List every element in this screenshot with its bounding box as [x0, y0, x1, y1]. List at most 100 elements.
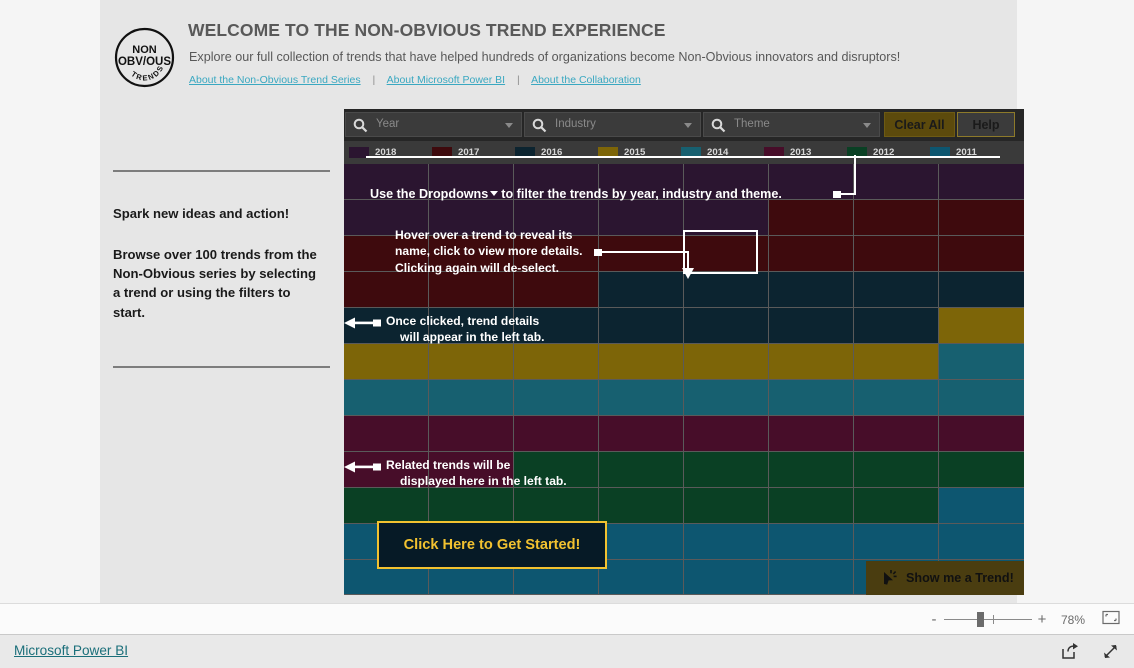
- trend-tile[interactable]: [854, 164, 939, 200]
- trend-tile[interactable]: [939, 380, 1024, 416]
- trend-tile[interactable]: [854, 236, 939, 272]
- zoom-in-button[interactable]: +: [1034, 611, 1050, 628]
- trend-tile[interactable]: [684, 416, 769, 452]
- trend-tile[interactable]: [599, 236, 684, 272]
- trend-tile[interactable]: [939, 452, 1024, 488]
- clear-all-button[interactable]: Clear All: [884, 112, 955, 137]
- fit-to-page-icon[interactable]: [1102, 610, 1120, 630]
- footer-power-bi-link[interactable]: Microsoft Power BI: [14, 643, 128, 658]
- trend-tile[interactable]: [684, 452, 769, 488]
- trend-tile[interactable]: [599, 488, 684, 524]
- filter-theme[interactable]: Theme: [703, 112, 880, 137]
- chevron-down-icon[interactable]: [505, 123, 513, 128]
- trend-tile[interactable]: [939, 524, 1024, 560]
- trend-tile[interactable]: [854, 380, 939, 416]
- chevron-down-icon[interactable]: [684, 123, 692, 128]
- trend-tile[interactable]: [939, 272, 1024, 308]
- trend-tile[interactable]: [769, 200, 854, 236]
- trend-tile[interactable]: [939, 236, 1024, 272]
- trend-tile[interactable]: [599, 452, 684, 488]
- trend-tile[interactable]: [854, 308, 939, 344]
- legend-item-2013[interactable]: 2013: [764, 147, 811, 158]
- trend-tile[interactable]: [599, 272, 684, 308]
- trend-tile[interactable]: [599, 524, 684, 560]
- trend-tile[interactable]: [769, 452, 854, 488]
- trend-tile[interactable]: [769, 488, 854, 524]
- trend-tile[interactable]: [939, 164, 1024, 200]
- fullscreen-icon[interactable]: [1101, 642, 1120, 666]
- trend-tile[interactable]: [599, 308, 684, 344]
- trend-tile[interactable]: [344, 380, 429, 416]
- trend-tile[interactable]: [684, 344, 769, 380]
- trend-tile[interactable]: [854, 524, 939, 560]
- link-about-collaboration[interactable]: About the Collaboration: [531, 74, 641, 86]
- get-started-button[interactable]: Click Here to Get Started!: [377, 521, 607, 569]
- trend-tile[interactable]: [939, 344, 1024, 380]
- trend-tile[interactable]: [684, 236, 769, 272]
- trend-tile[interactable]: [429, 488, 514, 524]
- zoom-out-button[interactable]: -: [926, 611, 942, 628]
- trend-tile[interactable]: [769, 380, 854, 416]
- trend-tile[interactable]: [769, 524, 854, 560]
- trend-tile[interactable]: [344, 308, 429, 344]
- trend-tile[interactable]: [514, 164, 599, 200]
- trend-tile[interactable]: [429, 164, 514, 200]
- trend-tile[interactable]: [344, 164, 429, 200]
- legend-item-2015[interactable]: 2015: [598, 147, 645, 158]
- trend-tile[interactable]: [344, 488, 429, 524]
- trend-tile[interactable]: [429, 236, 514, 272]
- zoom-slider[interactable]: [944, 604, 1032, 635]
- trend-tile[interactable]: [514, 380, 599, 416]
- filter-year[interactable]: Year: [345, 112, 522, 137]
- filter-industry[interactable]: Industry: [524, 112, 701, 137]
- trend-tile[interactable]: [514, 488, 599, 524]
- trend-tile[interactable]: [684, 524, 769, 560]
- legend-item-2016[interactable]: 2016: [515, 147, 562, 158]
- trend-tile[interactable]: [429, 452, 514, 488]
- trend-tile[interactable]: [854, 200, 939, 236]
- trend-tile[interactable]: [429, 416, 514, 452]
- trend-tile[interactable]: [939, 200, 1024, 236]
- trend-tile[interactable]: [769, 236, 854, 272]
- trend-tile[interactable]: [514, 452, 599, 488]
- trend-tile[interactable]: [514, 344, 599, 380]
- trend-tile[interactable]: [854, 452, 939, 488]
- trend-tile[interactable]: [514, 200, 599, 236]
- trend-tile[interactable]: [769, 308, 854, 344]
- trend-tile[interactable]: [684, 200, 769, 236]
- trend-tile[interactable]: [684, 560, 769, 595]
- trend-tile[interactable]: [344, 200, 429, 236]
- trend-tile[interactable]: [599, 560, 684, 595]
- trend-tile[interactable]: [939, 308, 1024, 344]
- legend-item-2017[interactable]: 2017: [432, 147, 479, 158]
- trend-tile[interactable]: [429, 272, 514, 308]
- legend-item-2014[interactable]: 2014: [681, 147, 728, 158]
- trend-tile[interactable]: [684, 164, 769, 200]
- trend-tile[interactable]: [684, 308, 769, 344]
- trend-tile[interactable]: [514, 416, 599, 452]
- chevron-down-icon[interactable]: [863, 123, 871, 128]
- share-icon[interactable]: [1060, 642, 1079, 666]
- trend-tile[interactable]: [344, 344, 429, 380]
- trend-tile[interactable]: [344, 416, 429, 452]
- show-me-a-trend-button[interactable]: Show me a Trend!: [866, 561, 1024, 595]
- link-about-power-bi[interactable]: About Microsoft Power BI: [387, 74, 505, 86]
- trend-tile[interactable]: [854, 416, 939, 452]
- trend-tile[interactable]: [684, 380, 769, 416]
- trend-tile[interactable]: [514, 272, 599, 308]
- trend-tile[interactable]: [854, 488, 939, 524]
- trend-tile[interactable]: [514, 236, 599, 272]
- trend-tile[interactable]: [344, 236, 429, 272]
- trend-tile[interactable]: [854, 272, 939, 308]
- trend-tile[interactable]: [429, 200, 514, 236]
- trend-tile[interactable]: [429, 308, 514, 344]
- trend-tile[interactable]: [599, 200, 684, 236]
- trend-tile[interactable]: [599, 344, 684, 380]
- link-about-trend-series[interactable]: About the Non-Obvious Trend Series: [189, 74, 361, 86]
- trend-tile[interactable]: [939, 488, 1024, 524]
- trend-tile[interactable]: [769, 272, 854, 308]
- trend-tile[interactable]: [344, 452, 429, 488]
- trend-tile[interactable]: [599, 164, 684, 200]
- trend-tile[interactable]: [854, 344, 939, 380]
- trend-tile[interactable]: [684, 488, 769, 524]
